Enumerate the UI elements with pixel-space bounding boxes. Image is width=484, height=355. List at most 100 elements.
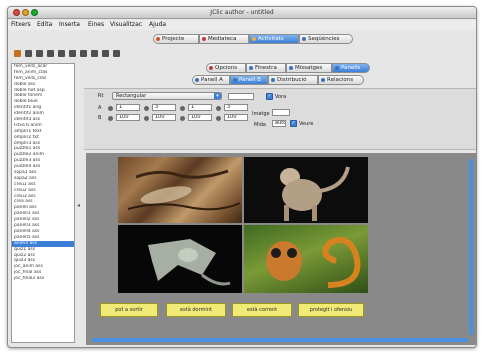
row-a-field-3[interactable]: 1 [188, 104, 212, 111]
row-a-icon-2 [144, 106, 149, 111]
title-bar: JClic author - untitled [8, 7, 476, 19]
shape-select[interactable]: Rectangular ▾ [112, 92, 222, 100]
tab-finestra-label: Finestra [255, 65, 277, 71]
tab-missatges-label: Missatges [295, 65, 323, 71]
tab-panells[interactable]: Panells [332, 63, 370, 73]
tab-panell-a-label: Panell A [201, 77, 223, 83]
preview-icon[interactable] [91, 50, 98, 57]
close-icon[interactable] [102, 50, 109, 57]
tab-sequencies[interactable]: Seqüències [299, 34, 353, 44]
panels-icon [335, 66, 339, 70]
tile-field[interactable]: auto [272, 120, 286, 127]
tab-finestra[interactable]: Finestra [246, 63, 286, 73]
messages-icon [289, 66, 293, 70]
row-a-icon-4 [216, 106, 221, 111]
row-b-field-2[interactable]: 100 [152, 114, 176, 121]
menu-eines[interactable]: Eines [88, 21, 104, 28]
project-icon [156, 37, 160, 41]
panel-settings: Rt Rectangular ▾ ✓ Vora A 1 3 1 3 B 100 … [84, 88, 476, 150]
panel-b-icon [233, 78, 237, 82]
show-label: Veure [299, 121, 314, 127]
activities-icon [252, 37, 256, 41]
menu-inserta[interactable]: Inserta [59, 21, 80, 28]
window-icon [249, 66, 253, 70]
border-checkbox[interactable]: ✓ [266, 93, 273, 100]
relations-icon [321, 78, 325, 82]
edit-icon[interactable] [58, 50, 65, 57]
tab-mediateca[interactable]: Mediateca [199, 34, 249, 44]
image-label: Imatge [252, 111, 270, 117]
menu-visualitzacio[interactable]: Visualitzac [110, 21, 142, 28]
paste-icon[interactable] [47, 50, 54, 57]
tab-distribucio[interactable]: Distribució [268, 75, 318, 85]
tab-panell-b-label: Panell B [239, 77, 261, 83]
tab-missatges[interactable]: Missatges [286, 63, 332, 73]
flying-squirrel-image [148, 239, 231, 286]
monkey-image [280, 166, 350, 221]
image-field[interactable] [272, 109, 290, 116]
tab-activitats-label: Activitats [258, 36, 284, 42]
row-b-field-3[interactable]: 100 [188, 114, 212, 121]
shape-label: Rt [98, 93, 104, 99]
print-icon[interactable] [69, 50, 76, 57]
activity-list[interactable]: fem_verb_acar fem_anim_clas fem_verb_clas d… [11, 63, 75, 343]
main-tabs: Projecte Mediateca Activitats Seqüències [8, 34, 476, 44]
image-cell-monkey[interactable] [244, 157, 368, 223]
tab-distribucio-label: Distribució [277, 77, 307, 83]
shape-param-field[interactable] [228, 93, 254, 100]
row-a-icon [108, 106, 113, 111]
info-icon[interactable] [80, 50, 87, 57]
tab-opcions[interactable]: Opcions [206, 63, 246, 73]
toolbar [12, 49, 152, 59]
show-checkbox[interactable]: ✓ [290, 120, 297, 127]
menu-fitxers[interactable]: Fitxers [11, 21, 31, 28]
activity-preview: pot a sortir està dormint està corrent p… [86, 153, 476, 345]
image-cell-lizard[interactable] [118, 157, 242, 223]
menu-ajuda[interactable]: Ajuda [149, 21, 166, 28]
row-a-field-4[interactable]: 3 [224, 104, 248, 111]
row-a-field-2[interactable]: 3 [152, 104, 176, 111]
options-icon [209, 66, 213, 70]
activity-editor: Opcions Finestra Missatges Panells Panel… [84, 63, 476, 345]
list-item[interactable]: joc_final2 ass [12, 276, 74, 282]
panel-a-icon [195, 78, 199, 82]
tab-projecte-label: Projecte [162, 36, 185, 42]
row-b-field-1[interactable]: 100 [116, 114, 140, 121]
splitter-handle[interactable]: ◂ [77, 202, 82, 209]
media-icon [202, 37, 206, 41]
menu-edita[interactable]: Edita [37, 21, 52, 28]
answer-card-1[interactable]: pot a sortir [100, 303, 158, 317]
image-cell-tarsier[interactable] [244, 225, 368, 293]
row-a-field-1[interactable]: 1 [116, 104, 140, 111]
lizard-image [127, 169, 241, 211]
menu-bar: Fitxers Edita Inserta Eines Visualitzac … [8, 20, 476, 30]
vertical-scrollbar[interactable] [469, 159, 473, 335]
answer-card-3[interactable]: està corrent [232, 303, 292, 317]
row-b-field-4[interactable]: 100 [224, 114, 248, 121]
horizontal-scrollbar[interactable] [92, 338, 468, 342]
answer-card-4[interactable]: protegit i ofensiu [298, 303, 364, 317]
tab-relacions[interactable]: Relacions [318, 75, 364, 85]
border-label: Vora [275, 94, 287, 100]
cut-icon[interactable] [36, 50, 43, 57]
tab-mediateca-label: Mediateca [208, 36, 237, 42]
chevron-down-icon: ▾ [214, 93, 221, 99]
row-b-label: B [98, 115, 102, 121]
tile-label: Mida [254, 122, 266, 128]
sequence-icon [302, 37, 306, 41]
answer-card-2[interactable]: està dormint [166, 303, 226, 317]
tab-projecte[interactable]: Projecte [153, 34, 199, 44]
tab-relacions-label: Relacions [327, 77, 354, 83]
tab-panell-b[interactable]: Panell B [230, 75, 268, 85]
arrange-icon[interactable] [113, 50, 120, 57]
copy-icon[interactable] [25, 50, 32, 57]
window-title: JClic author - untitled [210, 9, 274, 16]
tab-activitats[interactable]: Activitats [249, 34, 299, 44]
image-cell-flying-squirrel[interactable] [118, 225, 242, 293]
new-activity-icon[interactable] [14, 50, 21, 57]
tarsier-image [266, 237, 361, 288]
tab-panell-a[interactable]: Panell A [192, 75, 230, 85]
row-a-icon-3 [180, 106, 185, 111]
shape-select-value: Rectangular [116, 93, 147, 99]
app-window: JClic author - untitled Fitxers Edita In… [7, 6, 477, 348]
